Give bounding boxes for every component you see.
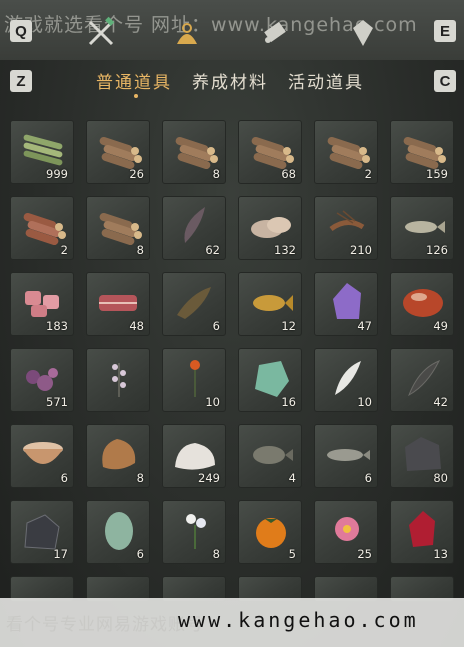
item-count: 8 <box>136 243 144 257</box>
item-count: 5 <box>288 547 296 561</box>
item-slot[interactable]: 132 <box>238 196 302 260</box>
item-slot[interactable]: 210 <box>314 196 378 260</box>
item-slot[interactable]: 6 <box>86 500 150 564</box>
watermark-bottom: 看个号专业网易游戏账号 www.kangehao.com <box>0 598 464 647</box>
item-slot[interactable]: 8 <box>162 120 226 184</box>
item-slot[interactable]: 2 <box>10 196 74 260</box>
tab-cultivation-materials[interactable]: 养成材料 <box>192 68 268 93</box>
scroll-icon[interactable] <box>258 16 292 50</box>
gem-icon[interactable] <box>346 16 380 50</box>
item-count: 16 <box>281 395 296 409</box>
item-count: 10 <box>205 395 220 409</box>
item-count: 6 <box>364 471 372 485</box>
item-slot[interactable]: 42 <box>390 348 454 412</box>
item-count: 17 <box>53 547 68 561</box>
item-slot[interactable]: 159 <box>390 120 454 184</box>
item-count: 6 <box>60 471 68 485</box>
item-count: 2 <box>60 243 68 257</box>
watermark-url: www.kangehao.com <box>178 608 419 632</box>
item-slot[interactable]: 6 <box>314 424 378 488</box>
item-slot[interactable]: 999 <box>10 120 74 184</box>
item-count: 26 <box>129 167 144 181</box>
item-count: 80 <box>433 471 448 485</box>
watermark-top: 游戏就选看个号 网址：www.kangehao.com <box>4 14 418 36</box>
key-e[interactable]: E <box>434 20 456 42</box>
item-slot[interactable]: 8 <box>162 500 226 564</box>
item-slot[interactable]: 5 <box>238 500 302 564</box>
item-slot[interactable]: 13 <box>390 500 454 564</box>
tab-event-items[interactable]: 活动道具 <box>288 68 364 93</box>
item-slot[interactable]: 4 <box>238 424 302 488</box>
item-count: 2 <box>364 167 372 181</box>
crossed-tools-icon[interactable] <box>84 16 118 50</box>
item-slot[interactable]: 26 <box>86 120 150 184</box>
item-count: 8 <box>212 547 220 561</box>
item-count: 159 <box>426 167 448 181</box>
item-count: 126 <box>426 243 448 257</box>
item-count: 132 <box>274 243 296 257</box>
item-slot[interactable]: 183 <box>10 272 74 336</box>
item-slot[interactable]: 8 <box>86 424 150 488</box>
item-slot[interactable]: 126 <box>390 196 454 260</box>
item-count: 6 <box>212 319 220 333</box>
item-slot[interactable]: 68 <box>238 120 302 184</box>
item-slot[interactable]: 6 <box>162 272 226 336</box>
active-tab-indicator <box>134 94 138 98</box>
item-slot[interactable]: 62 <box>162 196 226 260</box>
item-slot[interactable]: 47 <box>314 272 378 336</box>
item-slot[interactable]: 571 <box>10 348 74 412</box>
tab-normal-items[interactable]: 普通道具 <box>96 68 172 93</box>
item-count: 183 <box>46 319 68 333</box>
key-q[interactable]: Q <box>10 20 32 42</box>
item-count: 25 <box>357 547 372 561</box>
item-count: 13 <box>433 547 448 561</box>
tab-bar: 普通道具 养成材料 活动道具 <box>0 62 464 106</box>
item-slot[interactable]: 48 <box>86 272 150 336</box>
backpack-icon[interactable] <box>170 16 204 50</box>
watermark-cn: 看个号专业网易游戏账号 <box>6 615 204 635</box>
item-count: 68 <box>281 167 296 181</box>
item-count: 210 <box>350 243 372 257</box>
item-slot[interactable]: 16 <box>238 348 302 412</box>
item-count: 571 <box>46 395 68 409</box>
item-count: 47 <box>357 319 372 333</box>
item-slot[interactable]: 10 <box>314 348 378 412</box>
item-count: 8 <box>212 167 220 181</box>
item-count: 4 <box>288 471 296 485</box>
item-slot[interactable]: 80 <box>390 424 454 488</box>
item-slot[interactable]: 249 <box>162 424 226 488</box>
item-count: 42 <box>433 395 448 409</box>
item-count: 8 <box>136 471 144 485</box>
item-slot[interactable]: 25 <box>314 500 378 564</box>
item-slot[interactable]: 10 <box>162 348 226 412</box>
item-count: 12 <box>281 319 296 333</box>
item-slot[interactable]: 17 <box>10 500 74 564</box>
item-count: 10 <box>357 395 372 409</box>
item-count: 6 <box>136 547 144 561</box>
item-slot[interactable]: 8 <box>86 196 150 260</box>
item-slot[interactable]: 12 <box>238 272 302 336</box>
item-count: 49 <box>433 319 448 333</box>
item-slot[interactable]: 49 <box>390 272 454 336</box>
item-slot[interactable] <box>86 348 150 412</box>
item-count: 249 <box>198 471 220 485</box>
item-count: 62 <box>205 243 220 257</box>
item-slot[interactable]: 6 <box>10 424 74 488</box>
item-count: 999 <box>46 167 68 181</box>
item-slot[interactable]: 2 <box>314 120 378 184</box>
item-count: 48 <box>129 319 144 333</box>
